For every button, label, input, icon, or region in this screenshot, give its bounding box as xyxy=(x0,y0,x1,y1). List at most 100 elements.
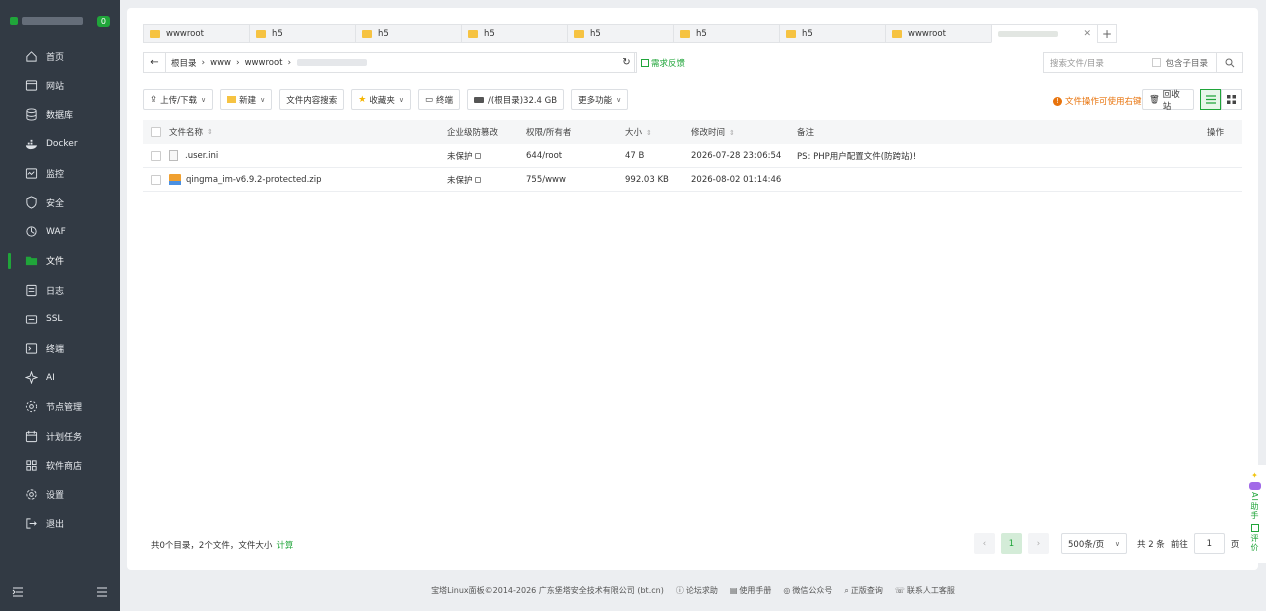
table-row[interactable]: .user.ini 未保护 644/root 47 B 2026-07-28 2… xyxy=(143,144,1242,168)
new-label: 新建 xyxy=(239,95,257,106)
path-tab[interactable]: h5 xyxy=(567,24,673,43)
list-view-icon[interactable] xyxy=(1200,89,1221,110)
feedback-link[interactable]: 需求反馈 xyxy=(641,57,685,69)
perm-value[interactable]: 755/www xyxy=(526,175,625,185)
refresh-icon[interactable]: ↻ xyxy=(617,52,637,73)
breadcrumb-root[interactable]: 根目录 xyxy=(166,57,202,69)
page-current[interactable]: 1 xyxy=(1001,533,1022,554)
sidebar-item-12[interactable]: 节点管理 xyxy=(0,392,120,421)
footer-link-manual[interactable]: ▤ 使用手册 xyxy=(730,585,772,596)
context-menu-tip: ! 文件操作可使用右键 xyxy=(1053,95,1142,107)
recycle-bin-button[interactable]: 🗑 回收站 xyxy=(1142,89,1194,112)
sidebar-item-11[interactable]: AI xyxy=(0,363,120,392)
breadcrumb-redacted[interactable] xyxy=(297,59,368,66)
mtime-value: 2026-08-02 01:14:46 xyxy=(691,174,782,185)
upload-download-button[interactable]: ⇪ 上传/下载 ∨ xyxy=(143,89,214,110)
sidebar-item-7[interactable]: 文件 xyxy=(0,246,120,275)
col-mtime[interactable]: 修改时间 ⇕ xyxy=(691,126,797,138)
goto-page-input[interactable]: 1 xyxy=(1193,533,1225,554)
back-arrow-icon[interactable]: ← xyxy=(144,53,166,72)
path-tab[interactable]: h5 xyxy=(249,24,355,43)
disk-button[interactable]: /(根目录)32.4 GB xyxy=(467,89,565,110)
next-page-icon[interactable]: › xyxy=(1028,533,1049,554)
rate-label[interactable]: 评价 xyxy=(1249,534,1260,552)
calculate-size-link[interactable]: 计算 xyxy=(276,541,293,551)
sidebar-item-9[interactable]: SSL xyxy=(0,305,120,334)
favorites-button[interactable]: ★ 收藏夹 ∨ xyxy=(351,89,411,110)
grid-view-icon[interactable] xyxy=(1221,89,1242,110)
sidebar-item-16[interactable]: 退出 xyxy=(0,509,120,538)
col-size[interactable]: 大小 ⇕ xyxy=(625,126,691,138)
sidebar-item-label: 日志 xyxy=(46,286,65,297)
breadcrumb[interactable]: ← 根目录 › www › wwwroot › xyxy=(143,52,635,73)
path-tab[interactable]: h5 xyxy=(673,24,779,43)
table-row[interactable]: qingma_im-v6.9.2-protected.zip 未保护 755/w… xyxy=(143,168,1242,192)
footer-link-license[interactable]: ⌕ 正版查询 xyxy=(844,585,882,596)
checkbox[interactable] xyxy=(151,150,161,161)
sidebar-item-15[interactable]: 设置 xyxy=(0,480,120,509)
sidebar-item-label: 数据库 xyxy=(46,111,74,122)
path-tab[interactable]: h5 xyxy=(461,24,567,43)
sidebar-item-5[interactable]: 安全 xyxy=(0,188,120,217)
path-tab[interactable]: wwwroot xyxy=(143,24,249,43)
sidebar-item-14[interactable]: 软件商店 xyxy=(0,451,120,480)
sidebar-item-8[interactable]: 日志 xyxy=(0,276,120,305)
more-button[interactable]: 更多功能 ∨ xyxy=(571,89,629,110)
footer-link-wechat[interactable]: ◎ 微信公众号 xyxy=(783,585,832,596)
prev-page-icon[interactable]: ‹ xyxy=(974,533,995,554)
file-name[interactable]: qingma_im-v6.9.2-protected.zip xyxy=(169,174,447,185)
select-all-checkbox[interactable] xyxy=(143,127,169,137)
file-name[interactable]: .user.ini xyxy=(169,150,447,161)
sidebar-item-label: 计划任务 xyxy=(46,432,83,443)
ai-assistant-panel[interactable]: ✦ AI助手 评价 xyxy=(1243,465,1266,563)
path-tab[interactable]: h5 xyxy=(355,24,461,43)
col-name[interactable]: 文件名称 ⇕ xyxy=(169,126,447,138)
sidebar-item-3[interactable]: Docker xyxy=(0,130,120,159)
globe-icon xyxy=(24,79,38,93)
protect-status[interactable]: 未保护 xyxy=(447,174,526,186)
help-icon: ⓘ xyxy=(675,586,684,595)
sidebar-item-4[interactable]: 监控 xyxy=(0,159,120,188)
sidebar-item-6[interactable]: WAF xyxy=(0,217,120,246)
checkbox[interactable] xyxy=(151,174,161,185)
sort-icon: ⇕ xyxy=(207,128,213,136)
footer-link-support[interactable]: ☏ 联系人工客服 xyxy=(895,585,955,596)
chevron-down-icon: ∨ xyxy=(398,95,404,104)
row-checkbox[interactable] xyxy=(143,174,169,185)
perm-value[interactable]: 644/root xyxy=(526,151,625,161)
breadcrumb-wwwroot[interactable]: wwwroot xyxy=(240,58,288,68)
search-input[interactable]: 搜索文件/目录 xyxy=(1044,57,1152,69)
notification-badge[interactable]: 0 xyxy=(96,15,110,27)
sidebar-item-label: 设置 xyxy=(46,490,65,501)
sidebar-item-10[interactable]: 终端 xyxy=(0,334,120,363)
page-size-select[interactable]: 500条/页 ∨ xyxy=(1061,533,1127,554)
checkbox[interactable] xyxy=(151,127,161,137)
terminal-button[interactable]: ▭ 终端 xyxy=(418,89,461,110)
chevron-down-icon: ∨ xyxy=(201,95,207,104)
new-button[interactable]: 新建 ∨ xyxy=(220,89,273,110)
row-checkbox[interactable] xyxy=(143,150,169,161)
note-value[interactable]: PS: PHP用户配置文件(防跨站)! xyxy=(797,150,1207,162)
close-icon[interactable]: ✕ xyxy=(1083,29,1091,39)
protect-status[interactable]: 未保护 xyxy=(447,150,526,162)
footer-link-label: 正版查询 xyxy=(850,586,883,595)
sidebar-item-0[interactable]: 首页 xyxy=(0,42,120,71)
footer-link-forum[interactable]: ⓘ 论坛求助 xyxy=(676,585,718,596)
include-subdir-toggle[interactable]: 包含子目录 xyxy=(1152,57,1216,69)
sidebar-item-2[interactable]: 数据库 xyxy=(0,100,120,129)
sidebar-item-label: 退出 xyxy=(46,520,65,531)
sidebar-item-13[interactable]: 计划任务 xyxy=(0,421,120,450)
checkbox[interactable] xyxy=(1152,58,1162,67)
breadcrumb-www[interactable]: www xyxy=(205,58,236,68)
add-tab-icon[interactable]: + xyxy=(1097,24,1117,43)
dir-summary: 共0个目录，2个文件，文件大小 计算 xyxy=(151,539,293,551)
content-search-button[interactable]: 文件内容搜索 xyxy=(279,89,345,110)
path-tab[interactable]: h5 xyxy=(779,24,885,43)
sidebar-item-label: 安全 xyxy=(46,199,65,210)
search-icon[interactable] xyxy=(1216,53,1242,72)
path-tab-active[interactable]: ✕ xyxy=(991,24,1097,43)
ai-assistant-label[interactable]: AI助手 xyxy=(1249,492,1260,520)
sidebar-item-1[interactable]: 网站 xyxy=(0,71,120,100)
path-tab[interactable]: wwwroot xyxy=(885,24,991,43)
search-icon: ⌕ xyxy=(844,586,849,595)
